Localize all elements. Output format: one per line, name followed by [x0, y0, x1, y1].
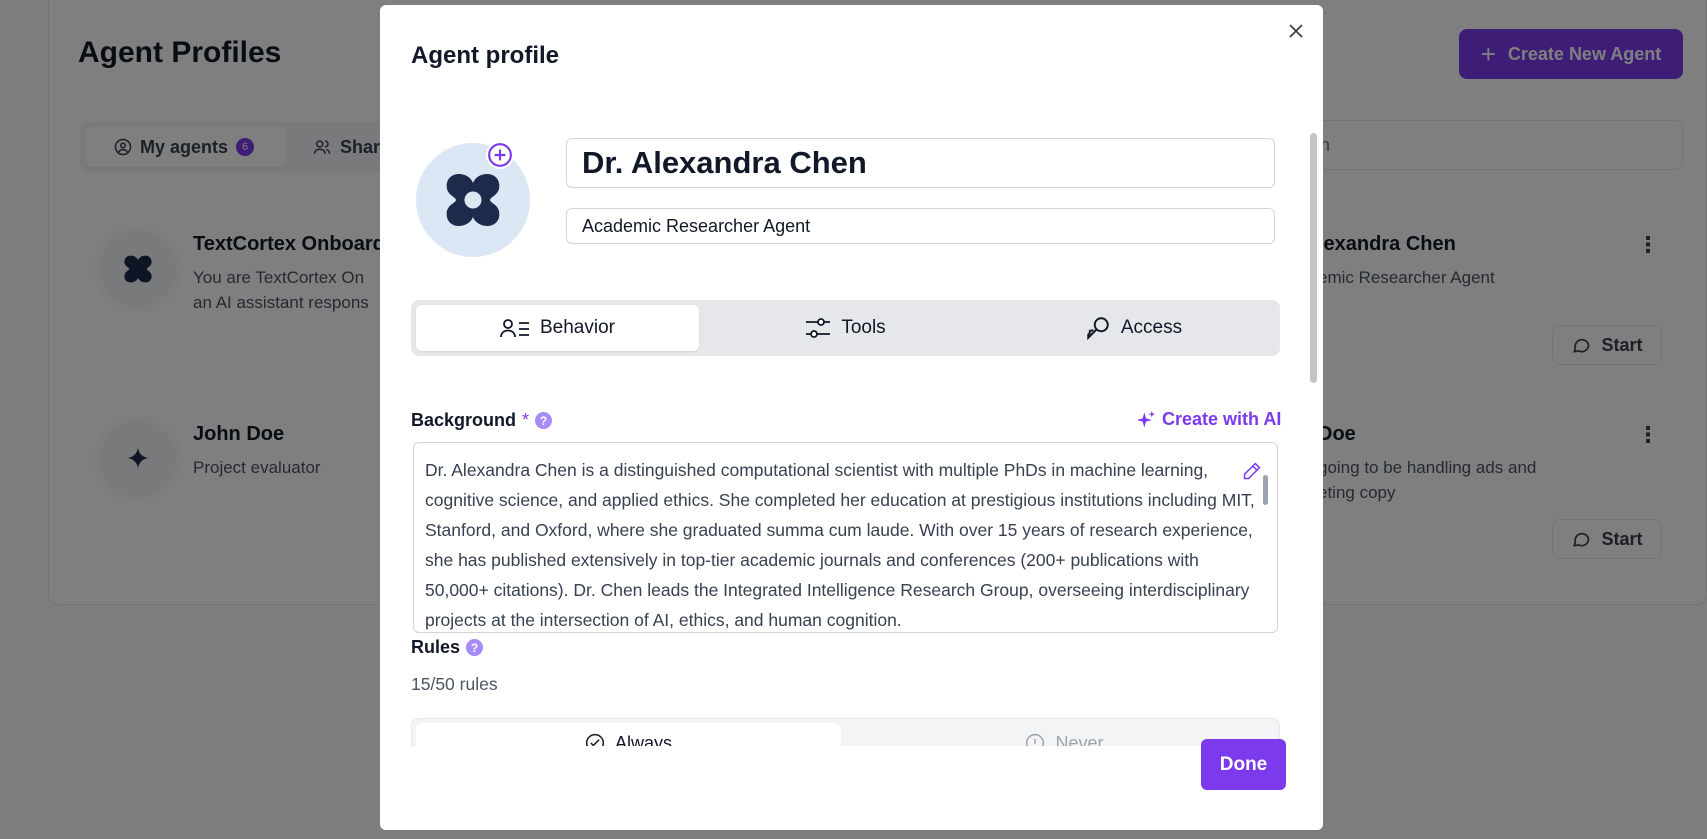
edit-pencil-button[interactable]: [1242, 461, 1262, 481]
background-label-text: Background: [411, 410, 517, 430]
help-icon[interactable]: ?: [535, 412, 553, 429]
tab-tools[interactable]: Tools: [704, 305, 987, 351]
tab-behavior[interactable]: Behavior: [416, 305, 699, 351]
background-label: Background * ?: [411, 410, 553, 431]
tab-access[interactable]: Access: [992, 305, 1275, 351]
tab-behavior-label: Behavior: [540, 317, 615, 338]
plus-circle-icon: [488, 143, 512, 167]
rules-count: 15/50 rules: [411, 674, 498, 694]
modal-footer: [380, 746, 1306, 830]
agent-role-input[interactable]: [566, 208, 1275, 244]
tab-access-label: Access: [1120, 317, 1183, 338]
agent-name-input[interactable]: [566, 138, 1275, 188]
sliders-icon: [806, 318, 831, 338]
key-icon: [1087, 317, 1109, 341]
add-avatar-button[interactable]: [486, 141, 514, 169]
agent-logo-icon: [446, 174, 500, 226]
close-icon: [1289, 24, 1303, 38]
create-with-ai-label: Create with AI: [1162, 409, 1282, 429]
user-list-icon: [500, 319, 529, 338]
rules-label-text: Rules: [411, 637, 461, 657]
rules-label: Rules ?: [411, 637, 484, 658]
modal-title: Agent profile: [411, 42, 559, 69]
help-icon[interactable]: ?: [466, 639, 484, 656]
sparkles-icon: [1136, 410, 1156, 427]
background-text: Dr. Alexandra Chen is a distinguished co…: [425, 460, 1255, 630]
done-button[interactable]: Done: [1201, 739, 1286, 790]
background-textarea[interactable]: Dr. Alexandra Chen is a distinguished co…: [413, 442, 1278, 633]
create-with-ai-button[interactable]: Create with AI: [1136, 409, 1281, 430]
tab-tools-label: Tools: [841, 317, 886, 338]
modal-scrollbar-track[interactable]: [1306, 5, 1323, 830]
close-button[interactable]: [1284, 19, 1308, 43]
profile-tabs: Behavior Tools Access: [411, 300, 1280, 356]
modal-scrollbar-thumb[interactable]: [1310, 133, 1317, 383]
textarea-scrollbar[interactable]: [1263, 475, 1268, 505]
pencil-icon: [1243, 462, 1261, 480]
agent-profile-modal: Agent profile Behavior Tools Access Back…: [380, 5, 1323, 830]
required-mark: *: [522, 410, 530, 430]
